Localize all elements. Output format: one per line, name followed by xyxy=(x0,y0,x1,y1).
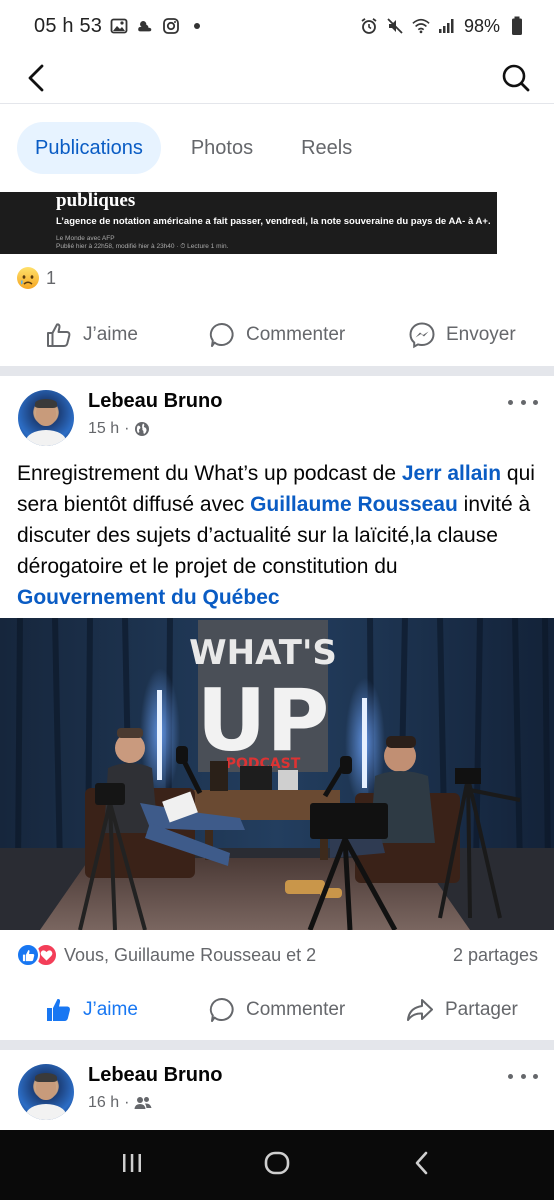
search-button[interactable] xyxy=(498,58,534,98)
mention-link[interactable]: Jerr allain xyxy=(402,462,501,485)
reactors-text: Vous, Guillaume Rousseau et 2 xyxy=(64,944,317,965)
reaction-icons xyxy=(16,943,58,967)
system-back-icon xyxy=(416,1151,428,1174)
post-time[interactable]: 15 h xyxy=(88,420,119,438)
mention-link[interactable]: Guillaume Rousseau xyxy=(250,493,458,516)
tab-publications[interactable]: Publications xyxy=(17,122,161,174)
tab-photos[interactable]: Photos xyxy=(173,122,271,174)
post-header: Lebeau Bruno 16 h · xyxy=(18,1064,538,1124)
post-separator xyxy=(0,366,554,376)
profile-tabs: Publications Photos Reels xyxy=(0,118,554,178)
post-photo[interactable]: WHAT'S UP PODCAST xyxy=(0,618,554,930)
battery-icon xyxy=(508,16,526,35)
back-button[interactable] xyxy=(18,58,54,98)
home-button[interactable] xyxy=(262,1148,292,1183)
post-meta: 16 h · xyxy=(88,1094,152,1112)
comment-button[interactable]: Commenter xyxy=(208,996,345,1024)
reaction-count: 1 xyxy=(46,267,57,288)
comment-button[interactable]: Commenter xyxy=(208,321,345,349)
share-icon xyxy=(407,999,433,1021)
messenger-icon xyxy=(409,322,435,349)
alarm-icon xyxy=(360,17,378,35)
status-bar: 05 h 53 98% xyxy=(0,0,554,52)
avatar[interactable] xyxy=(18,390,74,446)
author-name[interactable]: Lebeau Bruno xyxy=(88,1064,222,1087)
sad-reaction-icon xyxy=(17,267,39,289)
system-nav-bar xyxy=(0,1130,554,1200)
shared-article-image[interactable]: publiques L’agence de notation américain… xyxy=(0,192,497,254)
avatar[interactable] xyxy=(18,1064,74,1120)
notification-dot-icon xyxy=(188,17,206,35)
friends-icon xyxy=(134,1097,152,1109)
reaction-summary[interactable]: Vous, Guillaume Rousseau et 2 2 partages xyxy=(16,940,538,970)
author-name[interactable]: Lebeau Bruno xyxy=(88,390,222,413)
like-button[interactable]: J’aime xyxy=(45,321,138,349)
status-time: 05 h 53 xyxy=(34,14,103,37)
comment-icon xyxy=(209,997,234,1022)
mute-icon xyxy=(386,17,404,35)
reaction-summary[interactable]: 1 xyxy=(16,266,56,290)
share-button[interactable]: Partager xyxy=(405,996,518,1024)
battery-percent: 98% xyxy=(463,15,500,36)
send-button[interactable]: Envoyer xyxy=(408,321,516,349)
article-meta: Publié hier à 22h58, modifié hier à 23h4… xyxy=(56,243,229,250)
article-source: Le Monde avec AFP xyxy=(56,235,115,242)
search-icon xyxy=(502,64,530,92)
comment-icon xyxy=(209,322,234,347)
article-headline: publiques xyxy=(56,192,136,211)
gallery-icon xyxy=(110,17,128,35)
post-meta: 15 h · xyxy=(88,420,150,438)
more-options-button[interactable] xyxy=(508,394,538,410)
shares-count[interactable]: 2 partages xyxy=(453,945,538,966)
signal-icon xyxy=(438,17,456,35)
like-reaction-icon xyxy=(16,943,40,967)
like-button[interactable]: J’aime xyxy=(45,996,138,1024)
post-text: Enregistrement du What’s up podcast de J… xyxy=(17,458,542,613)
system-back-button[interactable] xyxy=(409,1150,435,1181)
article-subtitle: L’agence de notation américaine a fait p… xyxy=(56,216,491,227)
more-options-button[interactable] xyxy=(508,1068,538,1084)
globe-icon xyxy=(135,422,150,436)
tab-reels[interactable]: Reels xyxy=(283,122,370,174)
weather-icon xyxy=(136,17,154,35)
prev-post-actions: J’aime Commenter Envoyer xyxy=(0,307,554,363)
recent-apps-icon xyxy=(122,1153,141,1172)
back-arrow-icon xyxy=(28,64,44,92)
podcast-studio-photo: WHAT'S UP PODCAST xyxy=(0,618,554,930)
post-header: Lebeau Bruno 15 h · xyxy=(18,390,538,450)
top-nav xyxy=(0,52,554,104)
mention-link[interactable]: Gouvernement du Québec xyxy=(17,586,280,609)
instagram-icon xyxy=(162,17,180,35)
thumbs-up-filled-icon xyxy=(47,998,70,1021)
thumbs-up-icon xyxy=(47,323,71,347)
wifi-icon xyxy=(412,17,430,35)
post-actions: J’aime Commenter Partager xyxy=(0,982,554,1038)
post-text-segment: Enregistrement du What’s up podcast de xyxy=(17,462,402,485)
post-time[interactable]: 16 h xyxy=(88,1094,119,1112)
sign-line1: WHAT'S xyxy=(189,633,337,673)
recent-apps-button[interactable] xyxy=(119,1150,145,1181)
post-separator xyxy=(0,1040,554,1050)
home-icon xyxy=(264,1151,290,1174)
